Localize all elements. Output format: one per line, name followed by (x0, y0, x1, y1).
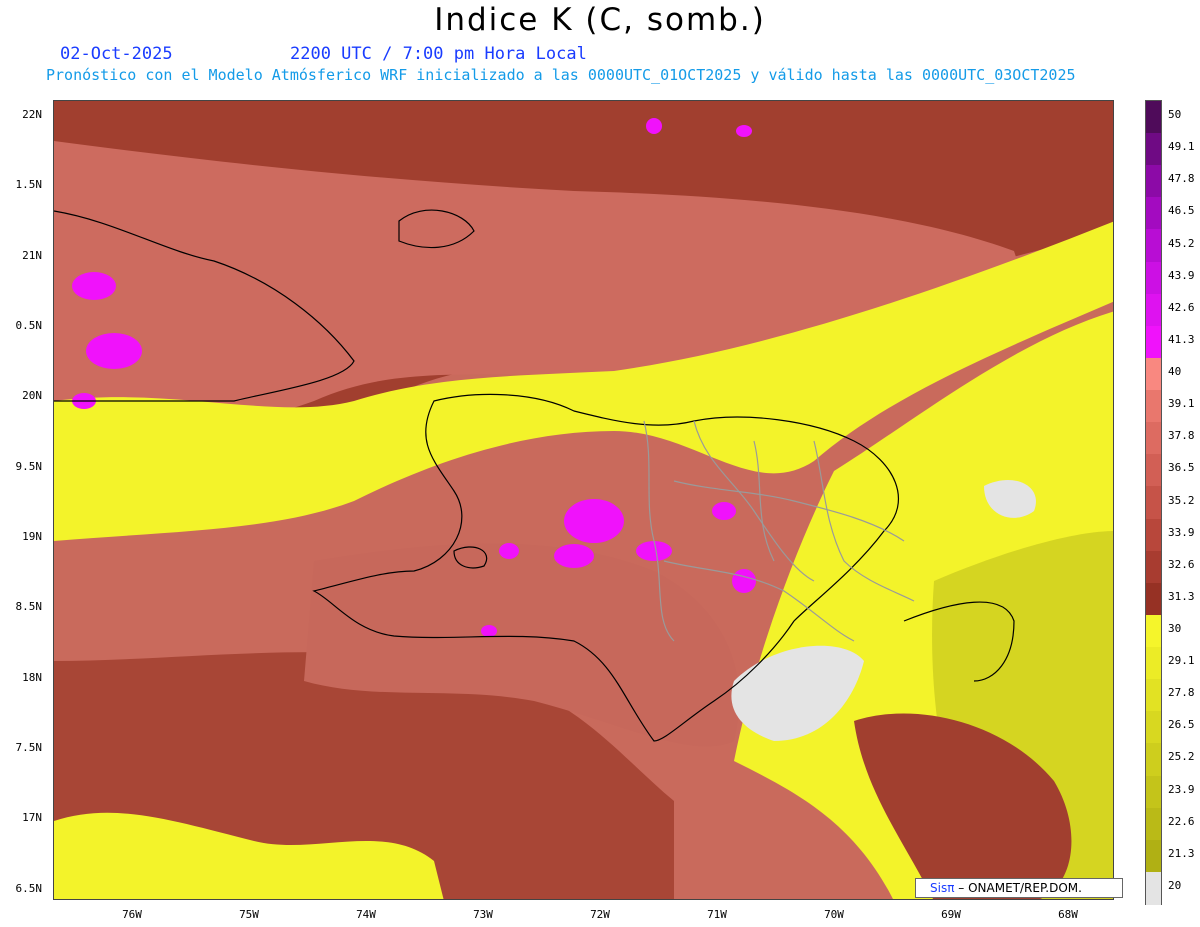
forecast-time: 2200 UTC / 7:00 pm Hora Local (290, 44, 587, 64)
colorbar-swatch (1146, 229, 1161, 263)
colorbar-label: 36.5 (1168, 461, 1195, 475)
lat-label: 19N (22, 530, 42, 543)
forecast-date: 02-Oct-2025 (60, 44, 173, 64)
colorbar-swatch (1146, 133, 1161, 167)
colorbar-label: 20 (1168, 878, 1182, 892)
colorbar-label: 21.3 (1168, 846, 1195, 860)
colorbar-swatch (1146, 261, 1161, 295)
lat-label: 17N (22, 811, 42, 824)
lat-label: 6.5N (15, 882, 43, 895)
colorbar-swatch (1146, 518, 1161, 552)
colorbar-label: 46.5 (1168, 204, 1195, 218)
colorbar-swatch (1146, 775, 1161, 809)
credit-text: – ONAMET/REP.DOM. (958, 881, 1082, 895)
colorbar-swatch (1146, 357, 1161, 391)
lon-label: 75W (239, 908, 259, 921)
forecast-subtitle: Pronóstico con el Modelo Atmósferico WRF… (46, 66, 1076, 84)
colorbar-swatch (1146, 614, 1161, 648)
colorbar-label: 32.6 (1168, 557, 1195, 571)
lon-label: 71W (707, 908, 727, 921)
colorbar-label: 22.6 (1168, 814, 1195, 828)
colorbar-swatch (1146, 197, 1161, 231)
lat-label: 18N (22, 671, 42, 684)
lat-label: 0.5N (15, 319, 43, 332)
colorbar-swatch (1146, 101, 1161, 134)
colorbar-swatch (1146, 711, 1161, 745)
colorbar-label: 35.2 (1168, 493, 1195, 507)
colorbar-swatch (1146, 325, 1161, 359)
colorbar-swatch (1146, 807, 1161, 841)
lon-label: 72W (590, 908, 610, 921)
colorbar-swatch (1146, 647, 1161, 681)
map-title: Indice K (C, somb.) (434, 2, 766, 38)
colorbar-label: 33.9 (1168, 525, 1195, 539)
lat-label: 21N (22, 249, 42, 262)
colorbar-label: 25.2 (1168, 750, 1195, 764)
colorbar-swatch (1146, 486, 1161, 520)
colorbar-swatch (1146, 550, 1161, 584)
colorbar-label: 42.6 (1168, 300, 1195, 314)
colorbar-label: 50 (1168, 108, 1182, 122)
lat-label: 22N (22, 108, 42, 121)
lat-label: 1.5N (15, 178, 43, 191)
lon-label: 70W (824, 908, 844, 921)
lat-label: 9.5N (15, 460, 43, 473)
colorbar-swatch (1146, 582, 1161, 616)
colorbar-label: 26.5 (1168, 718, 1195, 732)
colorbar-swatch (1146, 839, 1161, 873)
colorbar-label: 47.8 (1168, 172, 1195, 186)
lon-label: 74W (356, 908, 376, 921)
credit-box: Sisπ – ONAMET/REP.DOM. (915, 878, 1123, 898)
lon-label: 73W (473, 908, 493, 921)
colorbar-label: 37.8 (1168, 429, 1195, 443)
colorbar-label: 41.3 (1168, 332, 1195, 346)
colorbar-swatch (1146, 293, 1161, 327)
colorbar-label: 40 (1168, 365, 1182, 379)
colorbar-label: 43.9 (1168, 268, 1195, 282)
colorbar (1145, 100, 1162, 905)
map-field (54, 101, 1113, 899)
lat-label: 8.5N (15, 600, 43, 613)
lat-label: 7.5N (15, 741, 43, 754)
lon-label: 69W (941, 908, 961, 921)
colorbar-swatch (1146, 871, 1161, 905)
colorbar-swatch (1146, 454, 1161, 488)
colorbar-label: 23.9 (1168, 782, 1195, 796)
colorbar-swatch (1146, 743, 1161, 777)
k-index-map[interactable] (53, 100, 1114, 900)
colorbar-swatch (1146, 422, 1161, 456)
lon-label: 76W (122, 908, 142, 921)
colorbar-swatch (1146, 165, 1161, 199)
colorbar-label: 45.2 (1168, 236, 1195, 250)
colorbar-label: 29.1 (1168, 654, 1195, 668)
colorbar-swatch (1146, 390, 1161, 424)
colorbar-label: 30 (1168, 621, 1182, 635)
colorbar-label: 39.1 (1168, 397, 1195, 411)
lat-label: 20N (22, 389, 42, 402)
sispi-logo: Sisπ (930, 881, 955, 895)
lon-label: 68W (1058, 908, 1078, 921)
colorbar-swatch (1146, 679, 1161, 713)
colorbar-label: 27.8 (1168, 686, 1195, 700)
colorbar-label: 31.3 (1168, 589, 1195, 603)
colorbar-label: 49.1 (1168, 140, 1195, 154)
